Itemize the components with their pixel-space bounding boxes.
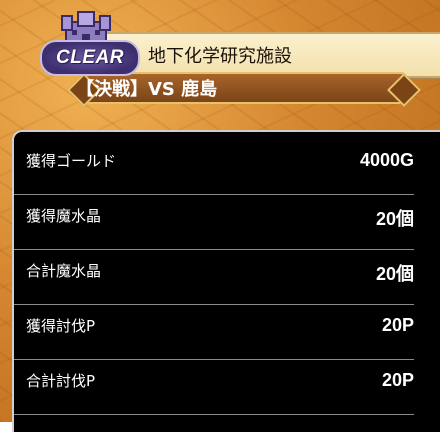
stage-title: 地下化学研究施設 [148, 46, 292, 67]
clear-text: CLEAR [56, 47, 124, 68]
result-label: 合計討伐P [26, 372, 96, 390]
battle-label: 【決戦】VS 鹿島 [76, 79, 218, 100]
result-label: 合計魔水晶 [26, 262, 102, 280]
result-row-total-crystal: 合計魔水晶 20個 [14, 250, 414, 305]
result-value: 20P [381, 315, 414, 335]
result-value: 20個 [375, 209, 414, 229]
result-row-gold: 獲得ゴールド 4000G [14, 140, 414, 195]
clear-emblem: CLEAR [38, 10, 140, 76]
clear-badge: CLEAR [40, 40, 140, 76]
result-row-crystal: 獲得魔水晶 20個 [14, 195, 414, 250]
result-label: 獲得討伐P [26, 317, 96, 335]
row-divider [14, 414, 414, 415]
result-row-total-subjugation: 合計討伐P 20P [14, 360, 414, 415]
result-value: 20個 [375, 264, 414, 284]
result-value: 20P [381, 370, 414, 390]
result-label: 獲得魔水晶 [26, 207, 102, 225]
result-row-subjugation: 獲得討伐P 20P [14, 305, 414, 360]
result-value: 4000G [359, 150, 414, 170]
result-label: 獲得ゴールド [26, 152, 117, 170]
